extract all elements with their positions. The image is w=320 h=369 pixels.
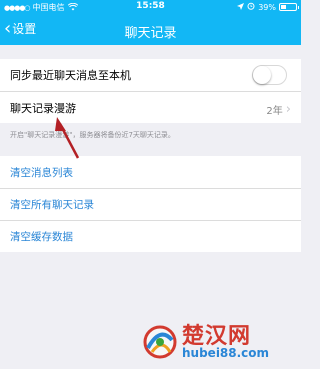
sync-settings-group: 同步最近聊天消息至本机 聊天记录漫游 2年 › bbox=[0, 59, 301, 123]
battery-percent: 39% bbox=[258, 2, 276, 12]
sync-recent-messages-toggle[interactable] bbox=[252, 65, 287, 85]
toggle-knob bbox=[253, 66, 271, 84]
clear-all-chat-history-label: 清空所有聊天记录 bbox=[10, 199, 94, 211]
clear-actions-group: 清空消息列表 清空所有聊天记录 清空缓存数据 bbox=[0, 156, 301, 252]
chat-roaming-value: 2年 › bbox=[266, 101, 291, 118]
status-right: 39% bbox=[237, 2, 299, 12]
location-icon bbox=[237, 2, 245, 12]
watermark-domain: hubei88.com bbox=[182, 346, 270, 360]
chevron-right-icon: › bbox=[285, 101, 291, 117]
sync-recent-messages-label: 同步最近聊天消息至本机 bbox=[10, 69, 131, 82]
battery-fill bbox=[281, 5, 286, 9]
sync-recent-messages-row: 同步最近聊天消息至本机 bbox=[0, 59, 301, 91]
clear-message-list-label: 清空消息列表 bbox=[10, 166, 73, 179]
page-title: 聊天记录 bbox=[124, 26, 177, 41]
clear-cache-label: 清空缓存数据 bbox=[10, 231, 73, 243]
alarm-icon bbox=[247, 2, 255, 12]
watermark-logo bbox=[143, 325, 177, 359]
clear-message-list-button[interactable]: 清空消息列表 bbox=[0, 156, 301, 188]
navigation-bar: ‹ 设置 聊天记录 bbox=[0, 14, 301, 45]
battery-icon bbox=[279, 3, 299, 11]
roaming-footnote: 开启"聊天记录漫游"，服务器将备份近7天聊天记录。 bbox=[10, 131, 175, 139]
watermark: 楚汉网 hubei88.com bbox=[140, 316, 300, 366]
chat-roaming-label: 聊天记录漫游 bbox=[10, 101, 76, 115]
chat-roaming-duration: 2年 bbox=[266, 106, 283, 117]
clear-cache-button[interactable]: 清空缓存数据 bbox=[0, 220, 301, 252]
clear-all-chat-history-button[interactable]: 清空所有聊天记录 bbox=[0, 188, 301, 220]
status-bar: ●●●●○ 中国电信 15:58 39% bbox=[0, 0, 301, 14]
chat-roaming-row[interactable]: 聊天记录漫游 2年 › bbox=[0, 91, 301, 123]
